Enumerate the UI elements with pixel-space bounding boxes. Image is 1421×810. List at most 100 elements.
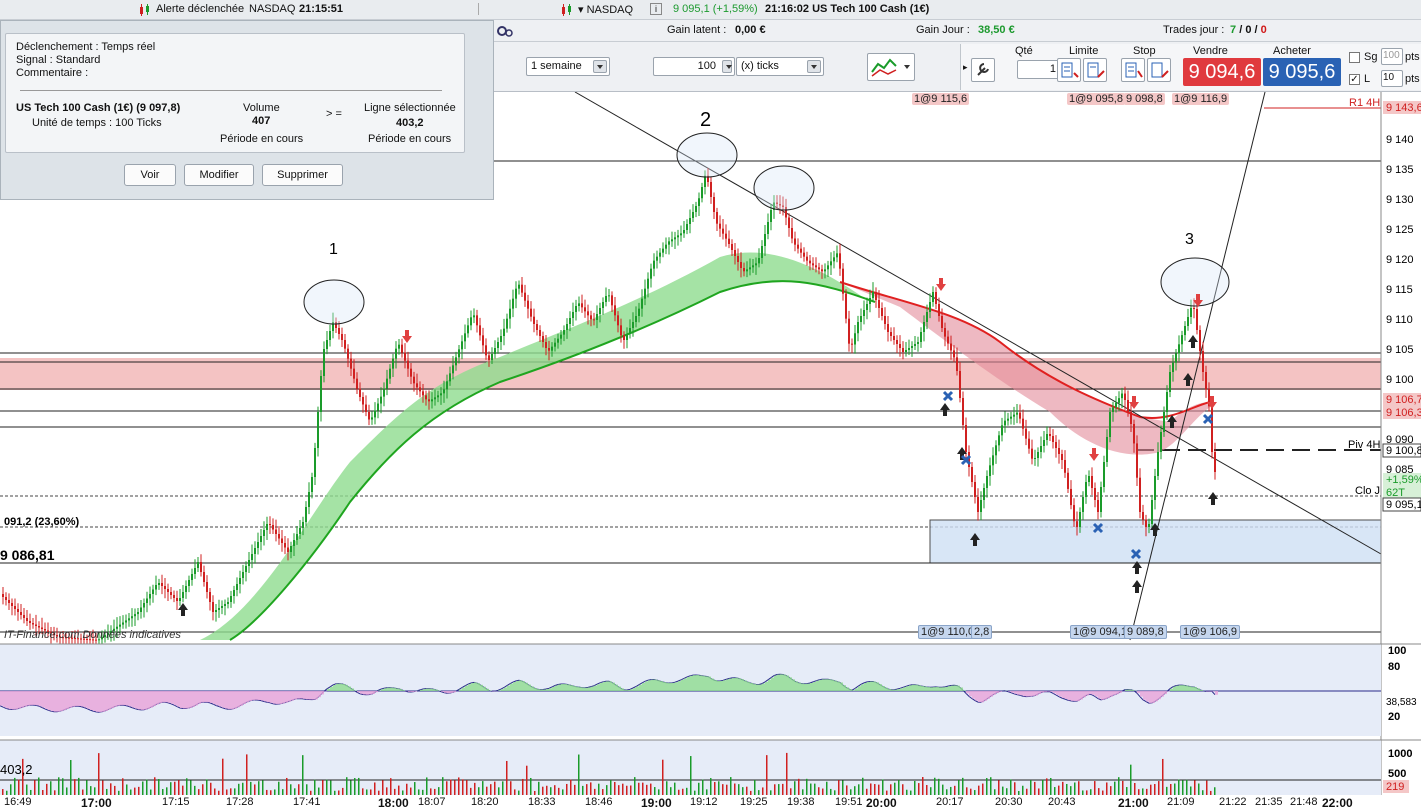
limit-sell-button[interactable] [1083, 58, 1107, 82]
volume-bar [326, 779, 328, 795]
volume-bar [814, 783, 816, 795]
volume-bar [826, 781, 828, 795]
stepper-icon[interactable] [722, 60, 732, 73]
osc-fill-bar [162, 691, 165, 703]
osc-fill-bar [1092, 691, 1095, 695]
candle-body [176, 598, 178, 601]
order-tag[interactable]: 1@9 116,9 [1172, 93, 1230, 105]
osc-fill-bar [840, 682, 843, 691]
ticks-input[interactable]: 100 [653, 57, 735, 76]
resize-handle[interactable] [478, 3, 488, 15]
osc-fill-bar [726, 679, 729, 691]
osc-fill-bar [36, 691, 39, 706]
osc-fill-bar [81, 691, 84, 707]
candle-body [677, 235, 679, 238]
volume-bar [1010, 779, 1012, 795]
osc-fill-bar [1110, 691, 1113, 697]
order-tag[interactable]: 9 098,8 [1124, 93, 1165, 105]
limit-buy-button[interactable] [1057, 58, 1081, 82]
volume-bar [790, 788, 792, 795]
order-tag[interactable]: 1@9 094,1 [1070, 625, 1130, 639]
settings-icon[interactable] [496, 24, 514, 38]
volume-bar [1098, 788, 1100, 795]
candle-body [284, 543, 286, 548]
stop-buy-button[interactable] [1121, 58, 1145, 82]
osc-fill-bar [192, 691, 195, 707]
osc-fill-bar [54, 691, 57, 712]
candle-body [248, 560, 250, 566]
osc-fill-bar [372, 691, 375, 694]
indicators-button[interactable] [867, 53, 915, 81]
osc-fill-bar [1143, 691, 1146, 700]
candle-body [149, 594, 151, 599]
order-tag[interactable]: 1@9 110,0 [918, 625, 978, 639]
candle-body [929, 302, 931, 312]
order-tag[interactable]: 1@9 095,8 [1067, 93, 1125, 105]
candle-body [683, 230, 685, 234]
price-tick: 9 135 [1386, 164, 1414, 176]
osc-fill-bar [1041, 691, 1044, 693]
candle-body [767, 222, 769, 234]
order-tag[interactable]: 9 089,8 [1124, 625, 1167, 639]
osc-fill-bar [144, 691, 147, 710]
osc-fill-bar [1131, 689, 1134, 691]
l-input[interactable]: 10 [1381, 70, 1403, 87]
candle-body [899, 344, 901, 348]
osc-fill-bar [846, 687, 849, 691]
latent-gain-label: Gain latent : [667, 24, 727, 36]
volume-bar [1194, 780, 1196, 795]
osc-fill-bar [972, 691, 975, 699]
candle-body [122, 622, 124, 625]
volume-bar [34, 780, 36, 795]
sell-button[interactable]: 9 094,6 [1183, 58, 1261, 86]
osc-fill-bar [15, 691, 18, 710]
modify-button[interactable]: Modifier [184, 164, 254, 186]
l-checkbox[interactable]: ✓ [1349, 74, 1360, 85]
buy-button[interactable]: 9 095,6 [1263, 58, 1341, 86]
tool-button[interactable] [971, 58, 995, 82]
order-tag[interactable]: 2,8 [971, 625, 993, 639]
osc-fill-bar [936, 686, 939, 691]
candle-body [530, 308, 532, 317]
candle-body [236, 584, 238, 590]
candle-body [977, 497, 979, 512]
candle-body [857, 322, 859, 334]
view-button[interactable]: Voir [124, 164, 176, 186]
period-select[interactable]: 1 semaine [526, 57, 610, 76]
collapse-icon[interactable]: ▸ [963, 62, 968, 73]
delete-button[interactable]: Supprimer [262, 164, 343, 186]
candle-body [425, 395, 427, 400]
osc-fill-bar [576, 686, 579, 691]
osc-fill-bar [471, 683, 474, 691]
osc-fill-bar [264, 691, 267, 702]
osc-fill-bar [579, 687, 582, 691]
volume-bar [762, 787, 764, 795]
osc-fill-bar [168, 691, 171, 703]
osc-fill-bar [732, 677, 735, 691]
ticks-unit-select[interactable]: (x) ticks [736, 57, 824, 76]
ticks-tag: 62T [1386, 487, 1405, 499]
osc-fill-bar [444, 691, 447, 693]
order-tag[interactable]: 1@9 106,9 [1180, 625, 1240, 639]
candle-body [479, 325, 481, 336]
candle-body [383, 388, 385, 397]
instrument-dropdown[interactable]: ▾ NASDAQ [578, 3, 633, 16]
candle-body [740, 262, 742, 268]
sg-checkbox[interactable] [1349, 52, 1360, 63]
osc-fill-bar [1023, 691, 1026, 697]
order-tag[interactable]: 1@9 115,6 [912, 93, 970, 105]
info-icon[interactable]: i [650, 3, 662, 15]
osc-fill-bar [750, 682, 753, 691]
qty-input[interactable]: 1 [1017, 60, 1061, 79]
osc-fill-bar [72, 691, 75, 707]
volume-bar [1014, 782, 1016, 795]
osc-fill-bar [774, 675, 777, 691]
candle-body [269, 524, 271, 525]
candle-body [224, 604, 226, 606]
sg-input[interactable]: 100 [1381, 48, 1403, 65]
volume-bar [302, 755, 304, 795]
stop-sell-button[interactable] [1147, 58, 1171, 82]
osc-fill-bar [618, 686, 621, 691]
osc-fill-bar [999, 691, 1002, 692]
osc-fill-bar [426, 688, 429, 691]
